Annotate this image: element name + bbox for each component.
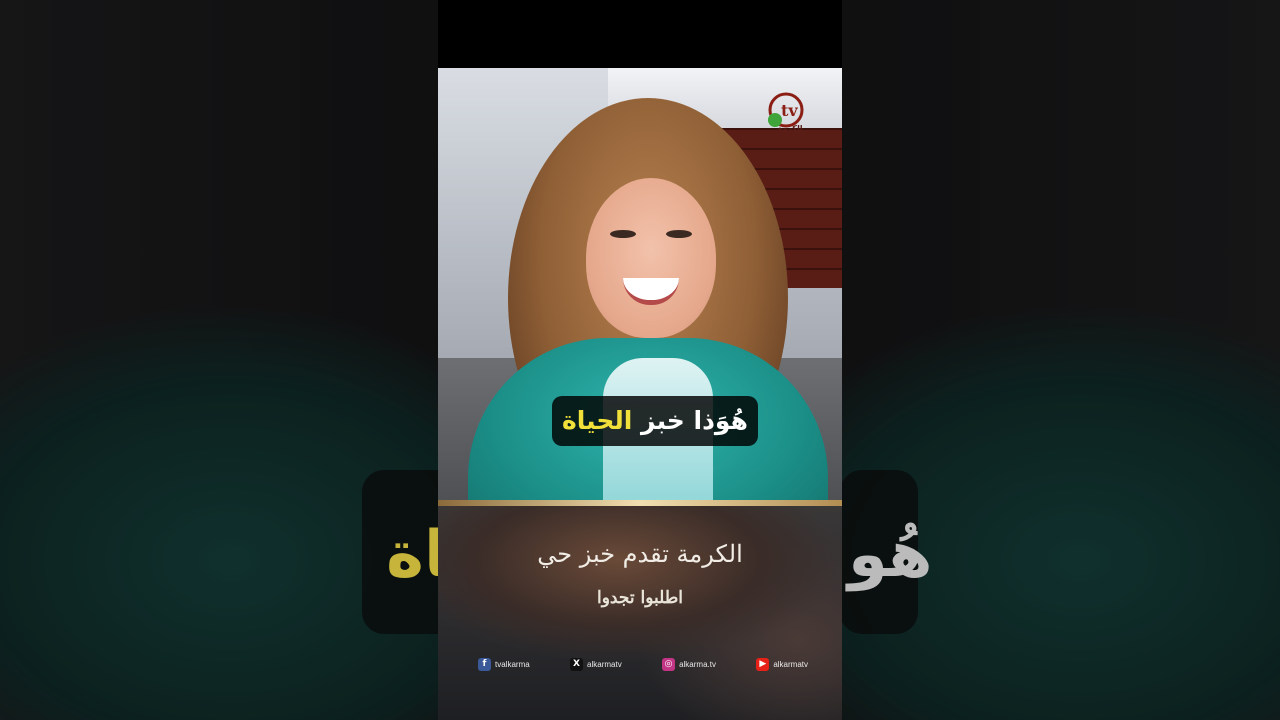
video-player[interactable]: tv الكرمة هُوَذا خبز الحياة الكرمة تقدم … xyxy=(438,0,842,720)
smile xyxy=(623,278,679,305)
social-links: f tvalkarma X alkarmatv ◎ alkarma.tv ▶ a… xyxy=(478,655,808,673)
social-label: tvalkarma xyxy=(495,659,530,669)
banner-subtitle: اطلبوا تجدوا xyxy=(597,588,683,608)
facebook-icon: f xyxy=(478,657,491,671)
instagram-icon: ◎ xyxy=(662,657,676,671)
social-youtube[interactable]: ▶ alkarmatv xyxy=(756,657,808,671)
social-label: alkarmatv xyxy=(587,659,622,669)
lower-banner: الكرمة تقدم خبز حي اطلبوا تجدوا f tvalka… xyxy=(438,500,842,720)
right-eye xyxy=(666,230,692,238)
background-caption-right-text: هُو xyxy=(848,518,933,592)
youtube-icon: ▶ xyxy=(756,657,770,671)
social-instagram[interactable]: ◎ alkarma.tv xyxy=(662,657,716,671)
social-label: alkarmatv xyxy=(773,659,808,669)
left-eye xyxy=(610,230,636,238)
x-icon: X xyxy=(570,657,584,671)
subtitle-highlight: الحياة xyxy=(562,406,633,435)
background-caption-right: هُو xyxy=(840,470,933,634)
subtitle-text: هُوَذا خبز xyxy=(641,406,748,435)
logo-channel-name: الكرمة xyxy=(777,124,803,133)
social-x[interactable]: X alkarmatv xyxy=(570,657,622,671)
social-label: alkarma.tv xyxy=(679,659,716,669)
banner-title: الكرمة تقدم خبز حي xyxy=(537,540,743,568)
subtitle-caption: هُوَذا خبز الحياة xyxy=(552,396,758,446)
logo-letters: tv xyxy=(781,101,798,120)
presenter-face xyxy=(586,178,716,338)
social-facebook[interactable]: f tvalkarma xyxy=(478,657,530,671)
banner-gold-line xyxy=(438,500,842,506)
